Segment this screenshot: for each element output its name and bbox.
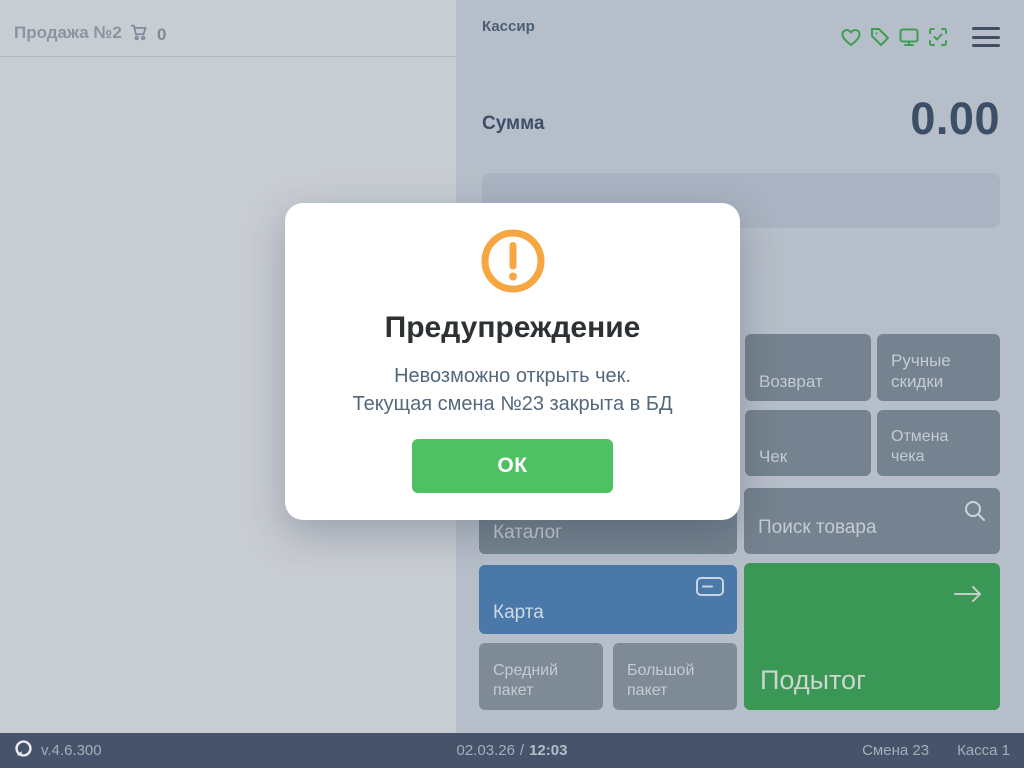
search-product-label: Поиск товара: [758, 517, 877, 539]
sum-value: 0.00: [910, 93, 1000, 144]
catalog-button-label: Каталог: [493, 522, 563, 544]
sale-title: Продажа №2: [14, 23, 122, 42]
return-button-label: Возврат: [759, 371, 823, 391]
sum-label: Сумма: [482, 113, 545, 134]
tag-icon[interactable]: [868, 25, 892, 49]
medium-bag-label: Средний пакет: [493, 662, 559, 699]
cart-icon: [128, 21, 150, 48]
large-bag-label: Большой пакет: [627, 662, 695, 699]
cancel-receipt-button[interactable]: Отмена чека: [877, 410, 1000, 476]
display-icon[interactable]: [897, 25, 921, 49]
manual-discounts-button[interactable]: Ручные скидки: [877, 334, 1000, 401]
arrow-right-icon: [952, 579, 984, 613]
modal-message: Невозможно открыть чек. Текущая смена №2…: [285, 362, 740, 418]
date-time-separator: /: [519, 742, 525, 759]
ok-button[interactable]: ОК: [412, 439, 613, 493]
menu-icon[interactable]: [972, 27, 1000, 47]
shift-label: Смена 23: [862, 742, 930, 759]
cart-indicator[interactable]: 0: [128, 21, 166, 48]
modal-message-line1: Невозможно открыть чек.: [394, 365, 631, 387]
card-icon: [695, 575, 725, 605]
register-label: Касса 1: [957, 742, 1010, 759]
manual-discounts-label: Ручные скидки: [891, 350, 951, 391]
status-bar: v.4.6.300 02.03.26 / 12:03 Смена 23 Касс…: [0, 733, 1024, 768]
large-bag-button[interactable]: Большой пакет: [613, 643, 737, 710]
cart-count: 0: [157, 24, 167, 44]
cancel-receipt-label: Отмена чека: [891, 428, 949, 465]
cashier-label: Кассир: [482, 18, 535, 35]
scan-check-icon[interactable]: [926, 25, 950, 49]
card-button[interactable]: Карта: [479, 565, 737, 634]
header-divider: [0, 56, 456, 57]
modal-message-line2: Текущая смена №23 закрыта в БД: [352, 393, 673, 415]
date-label: 02.03.26: [456, 742, 515, 759]
medium-bag-button[interactable]: Средний пакет: [479, 643, 603, 710]
time-label: 12:03: [529, 742, 568, 759]
heart-icon[interactable]: [839, 25, 863, 49]
search-product-button[interactable]: Поиск товара: [744, 488, 1000, 554]
card-button-label: Карта: [493, 602, 544, 624]
subtotal-button[interactable]: Подытог: [744, 563, 1000, 710]
search-icon: [962, 498, 988, 531]
top-icon-bar: [839, 25, 1000, 49]
receipt-button[interactable]: Чек: [745, 410, 871, 476]
return-button[interactable]: Возврат: [745, 334, 871, 401]
warning-icon: [481, 229, 544, 293]
warning-modal: Предупреждение Невозможно открыть чек. Т…: [285, 203, 740, 520]
receipt-button-label: Чек: [759, 446, 788, 466]
modal-title: Предупреждение: [384, 311, 641, 344]
pos-app: Продажа №2 0 Кассир Сумма 0.00 Возврат Р…: [0, 0, 1024, 768]
subtotal-button-label: Подытог: [760, 665, 866, 696]
